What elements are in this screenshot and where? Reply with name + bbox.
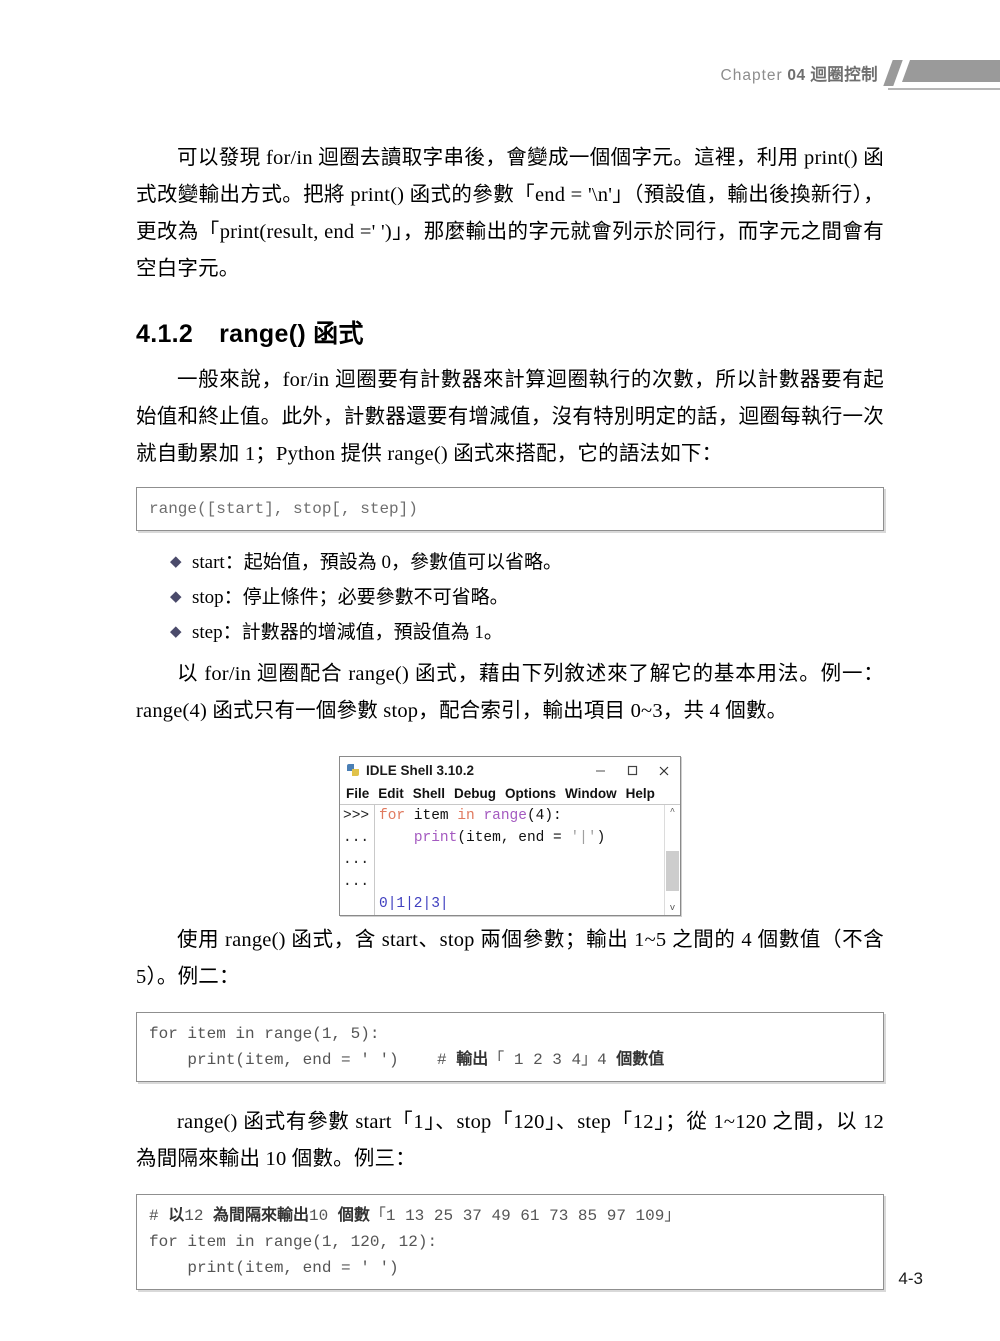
minimize-button[interactable] xyxy=(584,759,616,783)
code3-line-2: for item in range(1, 120, 12): xyxy=(149,1233,438,1251)
idle-window-title: IDLE Shell 3.10.2 xyxy=(366,763,475,778)
code-token: (item, end = xyxy=(457,830,571,846)
bullet-diamond-icon: ◆ xyxy=(170,554,182,570)
prompt-3: ... xyxy=(343,874,370,890)
idle-code-area[interactable]: for item in range(4): print(item, end = … xyxy=(374,805,664,915)
param-start: start：起始值，預設為 0，參數值可以省略。 xyxy=(192,552,562,573)
param-stop: stop：停止條件；必要參數不可省略。 xyxy=(192,587,509,608)
scroll-up-arrow-icon[interactable]: ^ xyxy=(665,805,680,819)
menu-item-file[interactable]: File xyxy=(346,786,369,801)
header-rule-line xyxy=(888,88,1000,90)
scrollbar-thumb[interactable] xyxy=(666,851,679,891)
chapter-number: 04 xyxy=(787,67,806,84)
idle-vertical-scrollbar[interactable]: ^ v xyxy=(664,805,680,915)
code-block-example-three: # 以12 為間隔來輸出10 個數「1 13 25 37 49 61 73 85… xyxy=(136,1194,884,1290)
menu-item-options[interactable]: Options xyxy=(505,786,556,801)
code-token: (4): xyxy=(526,808,562,824)
prompt-1: ... xyxy=(343,830,370,846)
header-decoration xyxy=(883,60,1000,86)
code-line-2-code: print(item, end = ' ') # xyxy=(149,1051,457,1069)
chapter-word: Chapter xyxy=(720,67,783,84)
close-button[interactable] xyxy=(648,759,680,783)
menu-item-window[interactable]: Window xyxy=(565,786,617,801)
bullet-diamond-icon: ◆ xyxy=(170,589,182,605)
code-block-example-two: for item in range(1, 5): print(item, end… xyxy=(136,1012,884,1082)
idle-output-line: 0|1|2|3| xyxy=(379,896,449,912)
paragraph-example-two: 使用 range() 函式，含 start、stop 兩個參數；輸出 1~5 之… xyxy=(136,929,884,988)
syntax-box-range: range([start], stop[, step]) xyxy=(136,487,884,531)
code3-nums: 「1 13 25 37 49 61 73 85 97 109」 xyxy=(369,1207,681,1225)
code-token: in xyxy=(457,808,475,824)
paragraph-example-three: range() 函式有參數 start「1」、stop「120」、step「12… xyxy=(136,1111,884,1170)
code3-cjk-b: 為間隔來輸出 xyxy=(213,1207,310,1224)
code-line-2: print(item, end = ' ') # 輸出「 1 2 3 4」4 個… xyxy=(149,1051,664,1069)
bullet-diamond-icon: ◆ xyxy=(170,624,182,640)
scroll-down-arrow-icon[interactable]: v xyxy=(665,901,680,915)
code3-line-1: # 以12 為間隔來輸出10 個數「1 13 25 37 49 61 73 85… xyxy=(149,1207,680,1225)
section-title: range() 函式 xyxy=(219,320,364,348)
idle-shell-figure: IDLE Shell 3.10.2 File Edit Shell Debug … xyxy=(136,756,884,916)
paragraph-range-intro: 一般來說，for/in 迴圈要有計數器來計算迴圈執行的次數，所以計數器要有起始值… xyxy=(136,369,884,465)
code3-num-a: 12 xyxy=(184,1207,214,1225)
page-running-header: Chapter 04 迴圈控制 xyxy=(0,55,1000,99)
paragraph-example-one: 以 for/in 迴圈配合 range() 函式，藉由下列敘述來了解它的基本用法… xyxy=(136,663,884,722)
idle-code-line: for item in range(4): xyxy=(379,808,562,824)
list-item: ◆ start：起始值，預設為 0，參數值可以省略。 xyxy=(170,545,884,580)
idle-menubar: File Edit Shell Debug Options Window Hel… xyxy=(340,785,680,804)
menu-item-debug[interactable]: Debug xyxy=(454,786,496,801)
code-line-2-tail: 個數值 xyxy=(616,1051,665,1068)
code3-line-3: print(item, end = ' ') xyxy=(149,1259,399,1277)
page-content: 可以發現 for/in 迴圈去讀取字串後，會變成一個個字元。這裡，利用 prin… xyxy=(136,140,884,1290)
prompt-2: ... xyxy=(343,852,370,868)
code-token: range xyxy=(483,808,527,824)
code3-num-b: 10 xyxy=(309,1207,338,1225)
idle-titlebar: IDLE Shell 3.10.2 xyxy=(340,757,680,785)
code3-cjk-c: 個數 xyxy=(337,1207,370,1224)
idle-prompt-gutter: >>> ... ... ... xyxy=(340,805,374,915)
idle-shell-body[interactable]: >>> ... ... ... for item in range(4): pr… xyxy=(340,804,680,915)
idle-app-icon xyxy=(346,763,361,778)
section-heading: 4.1.2 range() 函式 xyxy=(136,314,884,350)
code-token: for xyxy=(379,808,406,824)
code-line-2-comment: 輸出 xyxy=(456,1051,489,1068)
list-item: ◆ stop：停止條件；必要參數不可省略。 xyxy=(170,580,884,615)
maximize-button[interactable] xyxy=(616,759,648,783)
paragraph-intro: 可以發現 for/in 迴圈去讀取字串後，會變成一個個字元。這裡，利用 prin… xyxy=(136,147,884,280)
menu-item-help[interactable]: Help xyxy=(626,786,655,801)
code-line-1: for item in range(1, 5): xyxy=(149,1025,380,1043)
code-line-2-rest: 「 1 2 3 4」4 xyxy=(488,1051,617,1069)
code-token: '|' xyxy=(570,830,597,846)
menu-item-edit[interactable]: Edit xyxy=(378,786,404,801)
idle-window-controls xyxy=(584,759,680,783)
section-number: 4.1.2 xyxy=(136,320,194,348)
code3-cjk-a: 以 xyxy=(168,1207,185,1224)
chapter-label: Chapter 04 迴圈控制 xyxy=(721,61,878,85)
header-gray-bar xyxy=(902,60,1000,82)
menu-item-shell[interactable]: Shell xyxy=(413,786,445,801)
parameter-list: ◆ start：起始值，預設為 0，參數值可以省略。 ◆ stop：停止條件；必要參… xyxy=(136,545,884,650)
code-token: ) xyxy=(596,830,606,846)
idle-code-line: print(item, end = '|') xyxy=(379,830,605,846)
page-number: 4-3 xyxy=(898,1269,923,1288)
chapter-title: 迴圈控制 xyxy=(810,65,878,84)
code-token: item xyxy=(405,808,458,824)
prompt-0: >>> xyxy=(343,808,370,824)
code3-hash: # xyxy=(149,1207,169,1225)
idle-shell-window[interactable]: IDLE Shell 3.10.2 File Edit Shell Debug … xyxy=(339,756,681,916)
code-token: print xyxy=(413,830,458,846)
header-slash-mark xyxy=(883,60,903,86)
param-step: step：計數器的增減值，預設值為 1。 xyxy=(192,622,503,643)
list-item: ◆ step：計數器的增減值，預設值為 1。 xyxy=(170,615,884,650)
